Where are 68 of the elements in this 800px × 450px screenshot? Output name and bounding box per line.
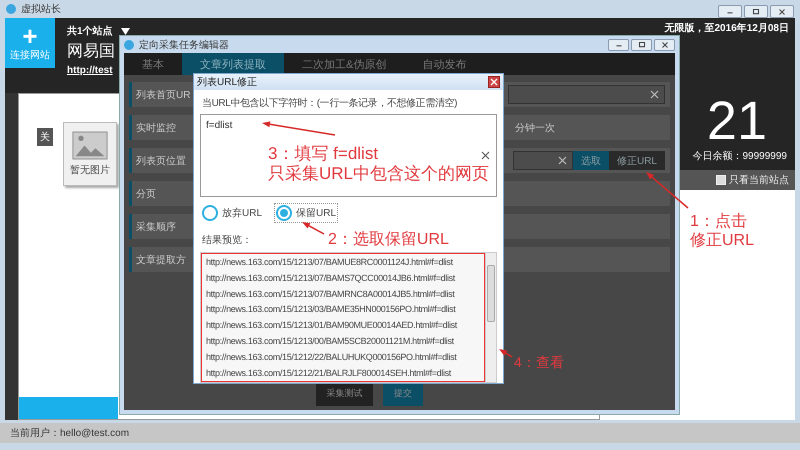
connect-site-button[interactable]: + 连接网站 <box>5 18 55 68</box>
input-field[interactable] <box>512 151 573 170</box>
checkbox[interactable] <box>716 175 726 185</box>
clear-icon[interactable] <box>650 90 659 99</box>
interval-text: 分钟一次 <box>515 122 555 134</box>
arrow <box>302 222 324 235</box>
checkbox-label: 只看当前站点 <box>729 174 789 187</box>
tab[interactable]: 自动发布 <box>404 53 484 75</box>
preview-url: http://news.163.com/15/1213/00/BAM5SCB20001121M.html#f=dlist <box>206 335 455 348</box>
radio-button[interactable] <box>276 204 292 221</box>
tab[interactable]: 二次加工&伪原创 <box>284 53 404 75</box>
clear-icon[interactable] <box>481 150 490 160</box>
clear-icon[interactable] <box>558 156 567 165</box>
scrollbar[interactable] <box>485 252 496 382</box>
site-name: 网易国 <box>67 42 115 62</box>
off-badge: 关 <box>37 128 53 146</box>
dialog-title: 列表URL修正 <box>197 76 258 89</box>
tab[interactable]: 基本 <box>124 53 182 75</box>
preview-url: http://news.163.com/15/1213/07/BAMRNC8A00014JB5.html#f=dlist <box>206 288 456 300</box>
radio-button[interactable] <box>202 204 218 221</box>
arrow <box>499 349 512 358</box>
row-label: 列表首页UR <box>136 88 190 102</box>
preview-url: http://news.163.com/15/1213/01/BAM90MUE00014AED.html#f=dlist <box>206 319 458 332</box>
radio-option[interactable]: 放弃URL <box>200 202 264 223</box>
maximize-button[interactable] <box>631 38 652 50</box>
select-button[interactable]: 选取 <box>572 151 609 170</box>
maximize-icon[interactable] <box>750 6 762 16</box>
close-button[interactable] <box>488 76 500 88</box>
fix-url-button[interactable]: 修正URL <box>608 151 665 170</box>
preview-url: http://news.163.com/15/1212/21/BALRJLF800014SEH.html#f=dlist <box>206 366 452 380</box>
row-label: 列表页位置 <box>136 154 186 168</box>
row-label: 采集顺序 <box>136 220 176 234</box>
annotation-text: 2：选取保留URL <box>328 230 449 250</box>
annotation-text: 1：点击 <box>690 212 747 232</box>
site-card[interactable]: 暂无图片 <box>63 122 117 186</box>
window-title: 定向采集任务编辑器 <box>139 38 229 52</box>
input-field[interactable] <box>508 85 665 104</box>
app-logo-icon <box>6 4 16 14</box>
image-placeholder-icon <box>72 131 108 160</box>
close-icon[interactable] <box>776 6 788 16</box>
close-button[interactable] <box>770 5 794 18</box>
row-label: 实时监控 <box>136 122 176 134</box>
preview-url: http://news.163.com/15/1212/22/BALUHUKQ000156PO.html#f=dlist <box>206 351 458 364</box>
annotation-text: 4：查看 <box>514 354 564 371</box>
annotation-text: 3：填写 f=dlist <box>268 144 378 164</box>
window-title: 虚拟站长 <box>21 2 61 16</box>
status-bar: 当前用户：hello@test.com <box>0 423 800 443</box>
preview-url: http://news.163.com/15/1213/07/BAMUE8RC0001124J.html#f=dlist <box>206 256 454 269</box>
preview-label: 结果预览： <box>202 234 252 247</box>
preview-url: http://news.163.com/15/1213/03/BAME35HN000156PO.html#f=dlist <box>206 303 457 316</box>
site-count[interactable]: 共1个站点 <box>67 24 113 38</box>
tab[interactable]: 文章列表提取 <box>182 53 284 75</box>
annotation-text: 只采集URL中包含这个的网页 <box>268 164 490 185</box>
site-url-link[interactable]: http://test <box>67 65 113 76</box>
row-label: 文章提取方 <box>136 254 186 266</box>
balance-text: 今日余额：99999999 <box>692 150 787 163</box>
radio-option[interactable]: 保留URL <box>274 202 338 223</box>
maximize-button[interactable] <box>744 5 768 18</box>
row-label: 分页 <box>136 188 156 200</box>
close-button[interactable] <box>654 38 675 50</box>
text-value: f=dlist <box>206 120 232 131</box>
instruction-text: 当URL中包含以下字符时：(一行一条记录，不想修正需清空) <box>201 96 458 111</box>
app-logo-icon <box>124 40 134 50</box>
license-info: 无限版，至2016年12月08日 <box>664 22 790 36</box>
count-number: 21 <box>706 93 767 149</box>
preview-url: http://news.163.com/15/1213/07/BAMS7QCC00014JB6.html#f=dlist <box>206 272 456 285</box>
annotation-text: 修正URL <box>690 231 754 250</box>
arrow <box>646 172 688 209</box>
